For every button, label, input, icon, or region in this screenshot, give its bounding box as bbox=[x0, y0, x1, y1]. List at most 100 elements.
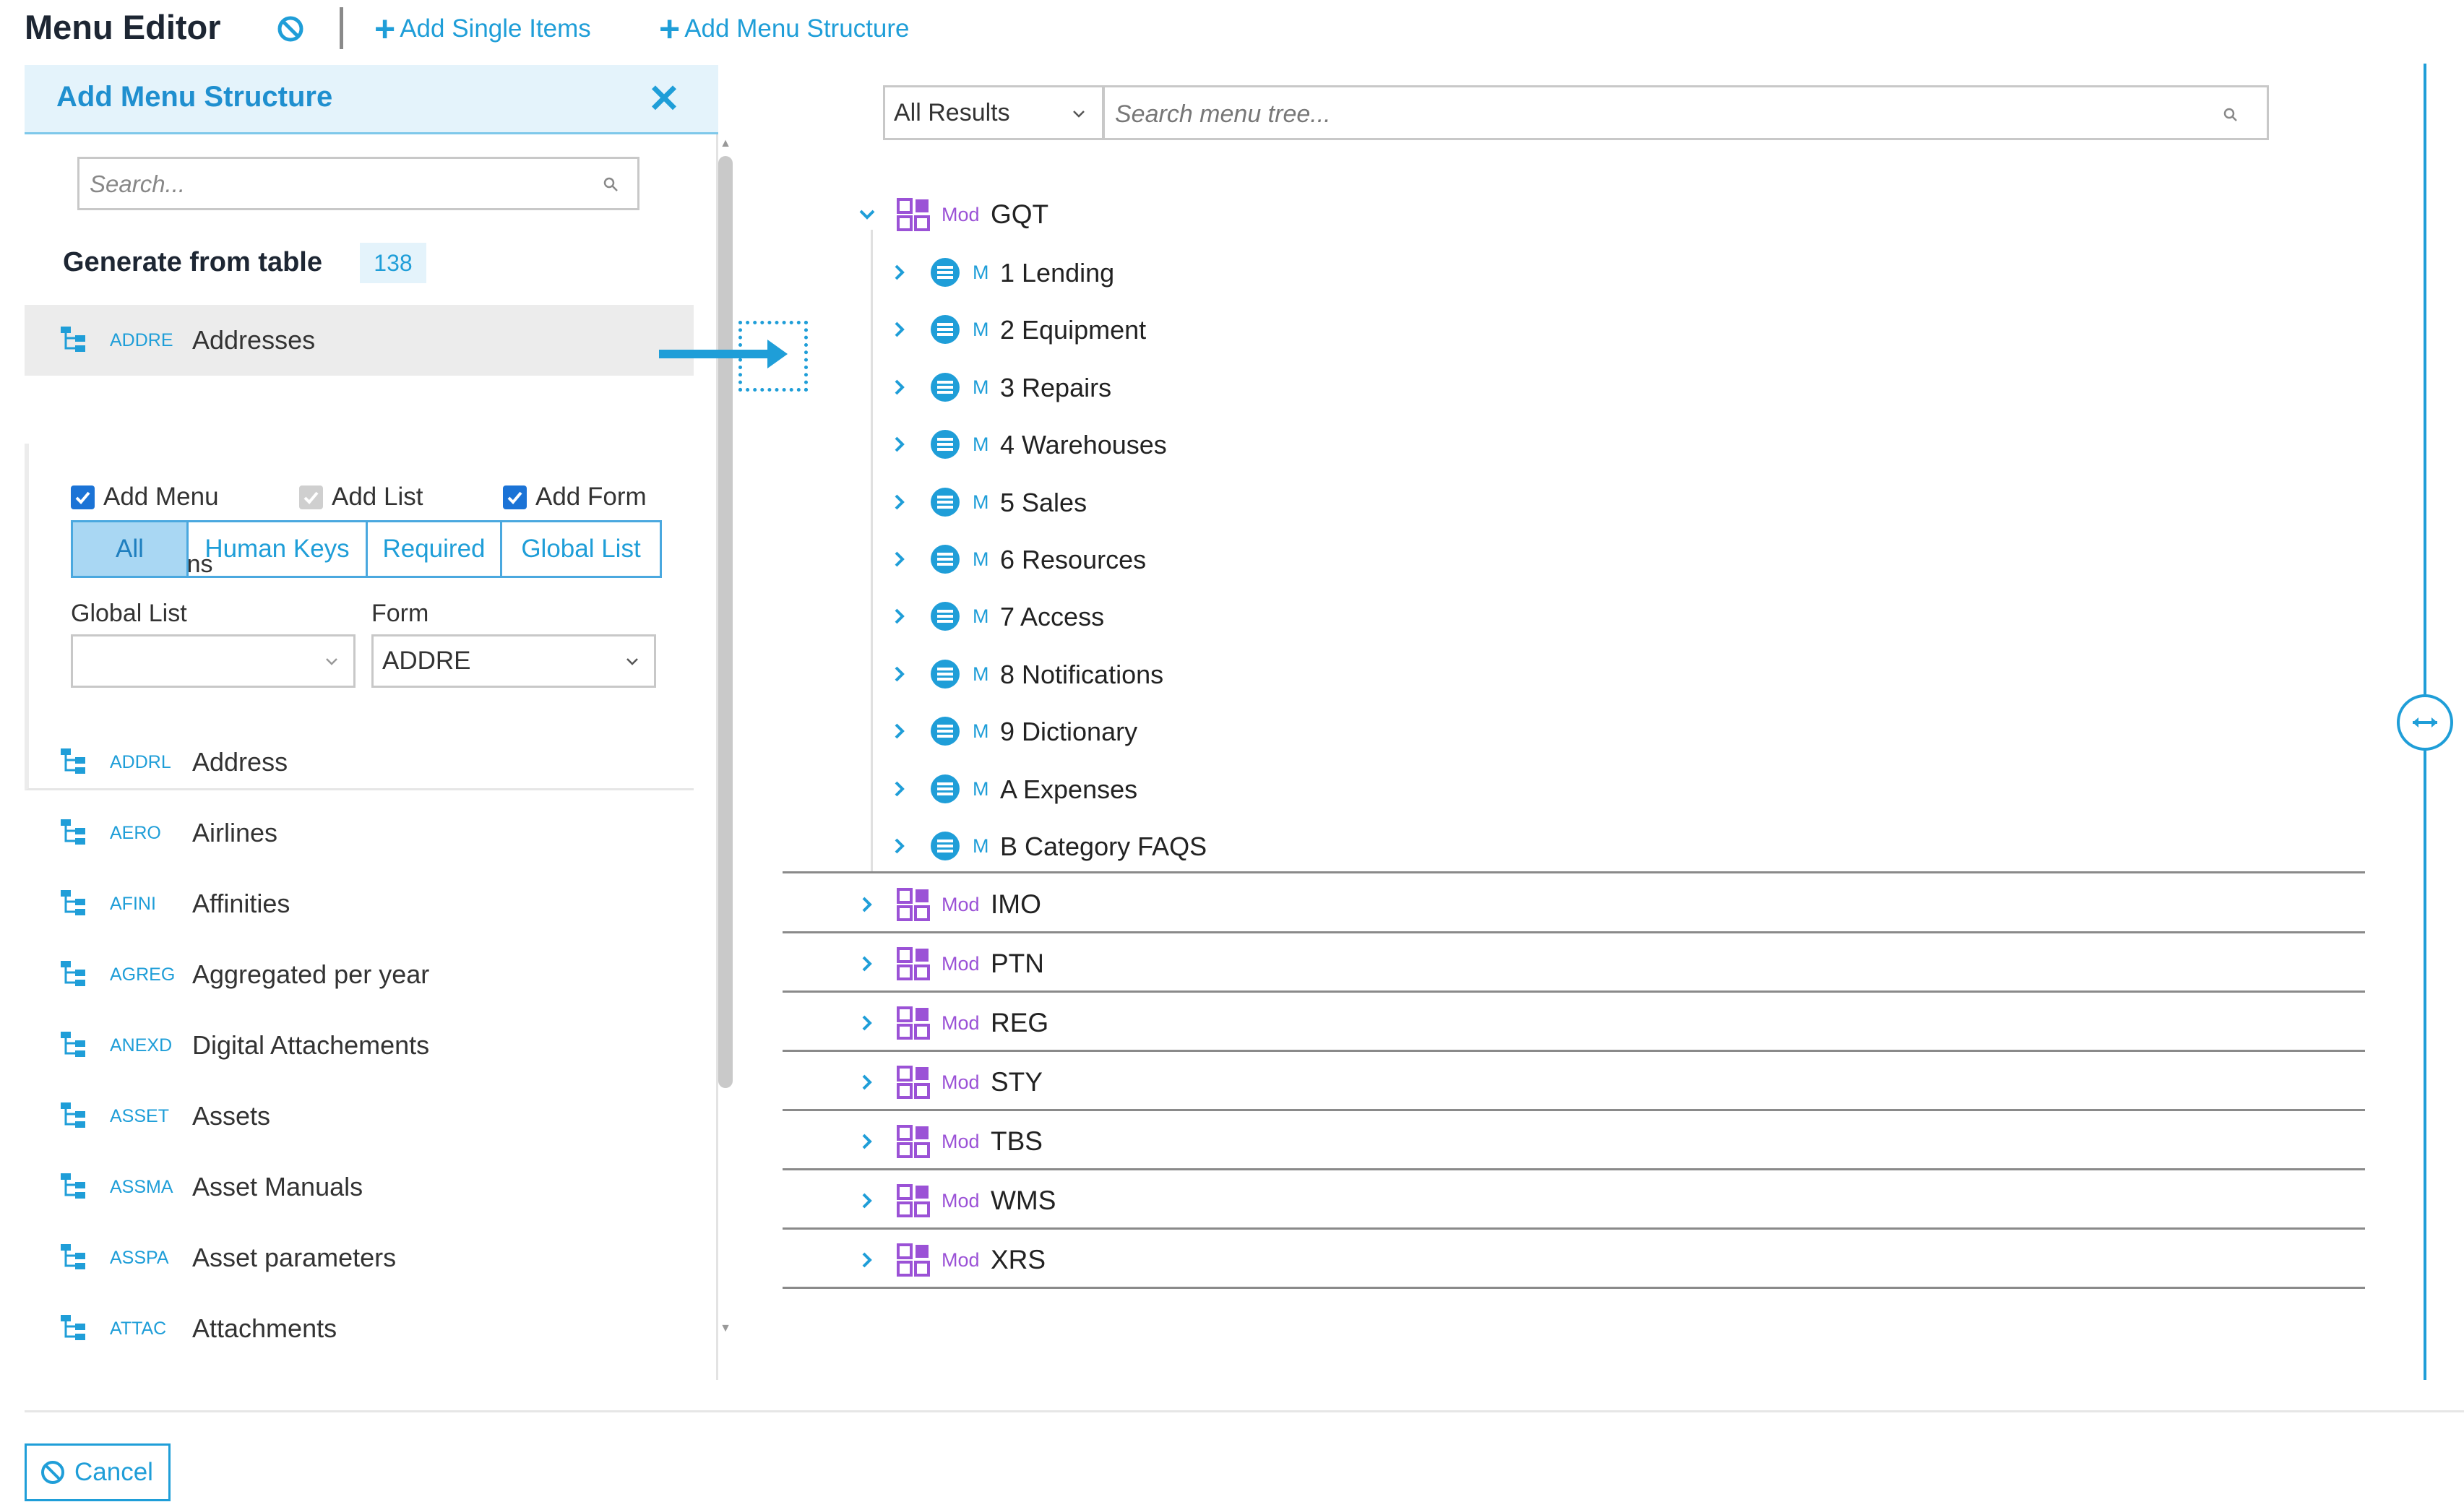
table-row[interactable]: ASSMA Asset Manuals bbox=[25, 1152, 694, 1222]
add-single-items-button[interactable]: + Add Single Items bbox=[374, 10, 591, 48]
chevron-right-icon[interactable] bbox=[856, 1249, 878, 1271]
chevron-down-icon[interactable] bbox=[856, 204, 878, 225]
tree-search-field[interactable] bbox=[1103, 85, 2269, 140]
search-icon bbox=[2223, 108, 2237, 121]
tree-menu-item[interactable]: M 2 Equipment bbox=[889, 304, 1539, 355]
chevron-right-icon[interactable] bbox=[889, 262, 910, 283]
list-columns-global-list-button[interactable]: Global List bbox=[502, 522, 660, 576]
tree-menu-item[interactable]: M 9 Dictionary bbox=[889, 706, 1539, 756]
chevron-right-icon[interactable] bbox=[889, 720, 910, 742]
add-menu-checkbox[interactable]: Add Menu bbox=[71, 483, 219, 512]
table-row[interactable]: ANEXD Digital Attachements bbox=[25, 1010, 694, 1081]
table-tree-icon bbox=[61, 961, 85, 986]
chevron-right-icon[interactable] bbox=[889, 319, 910, 340]
table-tree-icon bbox=[61, 748, 85, 774]
tree-module-item[interactable]: Mod IMO bbox=[856, 879, 1507, 930]
tree-menu-item[interactable]: M 6 Resources bbox=[889, 534, 1539, 584]
scroll-down-arrow[interactable]: ▼ bbox=[718, 1322, 733, 1337]
chevron-right-icon[interactable] bbox=[889, 835, 910, 857]
tree-menu-item[interactable]: M A Expenses bbox=[889, 764, 1539, 814]
module-tag: Mod bbox=[942, 894, 980, 915]
table-row[interactable]: ADDRL Address bbox=[25, 727, 694, 798]
plus-icon: + bbox=[374, 9, 396, 49]
table-code: ANEXD bbox=[110, 1035, 173, 1056]
list-columns-required-button[interactable]: Required bbox=[368, 522, 502, 576]
cancel-button[interactable]: Cancel bbox=[25, 1443, 171, 1501]
table-row-selected[interactable]: ADDRE Addresses bbox=[25, 305, 694, 376]
chevron-right-icon[interactable] bbox=[856, 1190, 878, 1212]
chevron-right-icon[interactable] bbox=[856, 1131, 878, 1152]
chevron-right-icon[interactable] bbox=[856, 1071, 878, 1093]
table-code: AFINI bbox=[110, 893, 156, 914]
table-row[interactable]: ASSET Assets bbox=[25, 1081, 694, 1152]
table-row[interactable]: AFINI Affinities bbox=[25, 868, 694, 939]
checkbox-checked-icon bbox=[503, 485, 527, 509]
table-row[interactable]: ASSPA Asset parameters bbox=[25, 1222, 694, 1293]
tree-menu-item[interactable]: M 3 Repairs bbox=[889, 362, 1539, 413]
module-tag: Mod bbox=[942, 1190, 980, 1212]
tree-module-item[interactable]: Mod REG bbox=[856, 998, 1507, 1048]
chevron-right-icon[interactable] bbox=[889, 605, 910, 627]
app-title: Menu Editor bbox=[25, 8, 221, 46]
table-row[interactable]: AERO Airlines bbox=[25, 798, 694, 868]
menu-tag: M bbox=[973, 433, 989, 455]
results-filter-select[interactable]: All Results bbox=[883, 85, 1104, 140]
tree-divider bbox=[783, 1227, 2365, 1230]
tree-module-item[interactable]: Mod STY bbox=[856, 1057, 1507, 1108]
chevron-right-icon[interactable] bbox=[889, 778, 910, 800]
module-tag: Mod bbox=[942, 204, 980, 225]
tree-module-item[interactable]: Mod XRS bbox=[856, 1235, 1507, 1285]
menu-list-icon bbox=[931, 373, 960, 402]
tree-module-gqt[interactable]: Mod GQT bbox=[856, 189, 1507, 240]
table-row[interactable]: AGREG Aggregated per year bbox=[25, 939, 694, 1010]
tree-menu-item[interactable]: M 8 Notifications bbox=[889, 649, 1539, 699]
module-grid-icon bbox=[897, 947, 930, 980]
chevron-right-icon[interactable] bbox=[856, 1012, 878, 1034]
add-menu-structure-button[interactable]: + Add Menu Structure bbox=[659, 10, 909, 48]
tree-module-item[interactable]: Mod PTN bbox=[856, 938, 1507, 989]
table-row[interactable]: ATTAC Attachments bbox=[25, 1293, 694, 1364]
chevron-right-icon[interactable] bbox=[889, 433, 910, 455]
tree-menu-item[interactable]: M 5 Sales bbox=[889, 477, 1539, 527]
scroll-up-arrow[interactable]: ▲ bbox=[718, 137, 733, 152]
table-code: ATTAC bbox=[110, 1318, 167, 1339]
chevron-right-icon[interactable] bbox=[889, 376, 910, 398]
tree-search-input[interactable] bbox=[1113, 96, 2125, 132]
menu-tag: M bbox=[973, 835, 989, 857]
resize-handle-icon[interactable] bbox=[2397, 694, 2453, 751]
table-search-input[interactable] bbox=[88, 166, 580, 202]
form-select[interactable]: ADDRE bbox=[371, 634, 656, 688]
tree-divider bbox=[783, 1168, 2365, 1170]
tree-menu-item[interactable]: M 4 Warehouses bbox=[889, 419, 1539, 470]
module-grid-icon bbox=[897, 1243, 930, 1277]
tree-divider bbox=[783, 931, 2365, 933]
global-list-select[interactable] bbox=[71, 634, 356, 688]
table-search-field[interactable] bbox=[77, 157, 639, 210]
tree-module-item[interactable]: Mod WMS bbox=[856, 1175, 1507, 1226]
chevron-right-icon[interactable] bbox=[856, 894, 878, 915]
menu-tag: M bbox=[973, 376, 989, 398]
table-count-badge: 138 bbox=[360, 243, 426, 283]
add-form-checkbox[interactable]: Add Form bbox=[503, 483, 647, 512]
tree-menu-item[interactable]: M 7 Access bbox=[889, 591, 1539, 642]
chevron-right-icon[interactable] bbox=[889, 491, 910, 513]
close-icon[interactable]: ✕ bbox=[642, 75, 686, 123]
tree-menu-item[interactable]: M 1 Lending bbox=[889, 247, 1539, 298]
table-name: Affinities bbox=[192, 889, 290, 918]
chevron-right-icon[interactable] bbox=[856, 953, 878, 975]
add-list-checkbox[interactable]: Add List bbox=[299, 483, 423, 512]
module-tag: Mod bbox=[942, 1071, 980, 1093]
table-code: ADDRE bbox=[110, 329, 173, 350]
table-name: Address bbox=[192, 747, 288, 777]
footer-divider bbox=[25, 1410, 2464, 1412]
drop-target-zone[interactable] bbox=[738, 321, 808, 392]
module-name: WMS bbox=[991, 1186, 1056, 1215]
chevron-right-icon[interactable] bbox=[889, 548, 910, 570]
tree-module-item[interactable]: Mod TBS bbox=[856, 1116, 1507, 1167]
list-columns-all-button[interactable]: All bbox=[73, 522, 189, 576]
list-columns-human-keys-button[interactable]: Human Keys bbox=[189, 522, 368, 576]
tree-menu-item[interactable]: M B Category FAQS bbox=[889, 821, 1539, 871]
panel-scrollbar-thumb[interactable] bbox=[718, 156, 733, 1088]
chevron-right-icon[interactable] bbox=[889, 663, 910, 685]
ban-icon[interactable] bbox=[276, 14, 305, 43]
